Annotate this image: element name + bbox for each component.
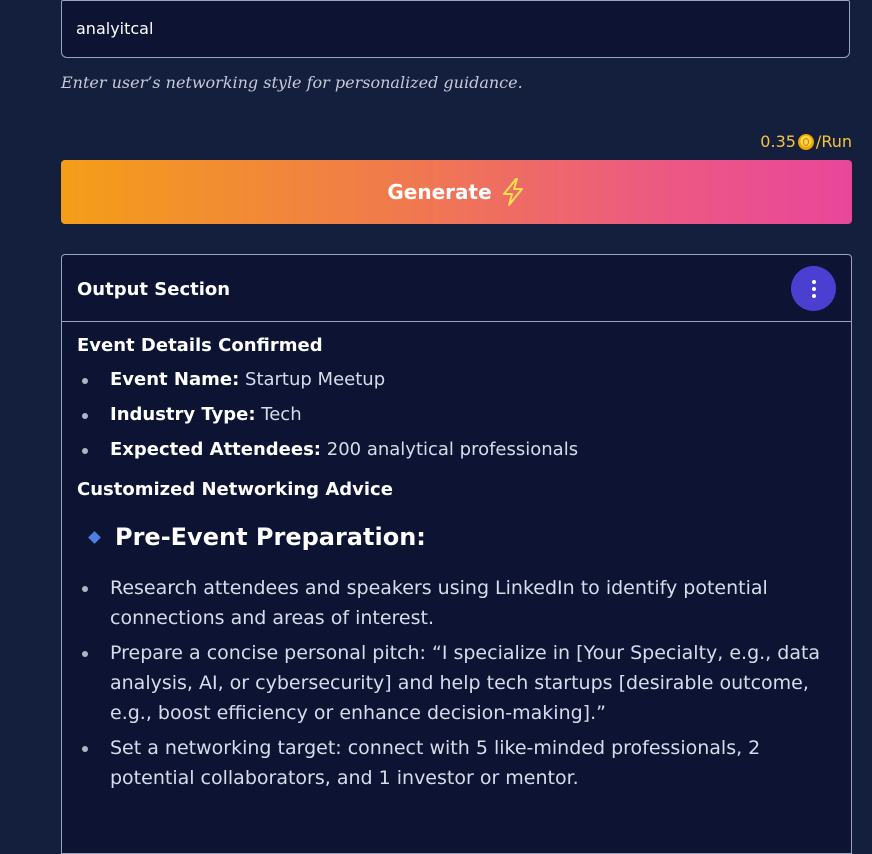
list-item: Set a networking target: connect with 5 …: [77, 733, 837, 793]
list-item: Industry Type: Tech: [77, 400, 837, 430]
cost-unit: /Run: [815, 132, 852, 151]
list-item: Research attendees and speakers using Li…: [77, 573, 837, 633]
event-details-list: Event Name: Startup Meetup Industry Type…: [77, 365, 837, 465]
helper-text: Enter user’s networking style for person…: [61, 73, 523, 92]
output-content: Event Details Confirmed Event Name: Star…: [77, 335, 837, 793]
pre-event-list: Research attendees and speakers using Li…: [77, 573, 837, 793]
lightning-icon: [500, 178, 526, 206]
pre-event-title: Pre-Event Preparation:: [77, 523, 837, 551]
output-header: Output Section: [62, 255, 851, 322]
list-item: Event Name: Startup Meetup: [77, 365, 837, 395]
diamond-icon: [88, 530, 101, 544]
run-cost: 0.35 /Run: [760, 132, 852, 151]
output-title: Output Section: [77, 279, 231, 300]
networking-style-input[interactable]: [76, 19, 816, 38]
advice-heading: Customized Networking Advice: [77, 479, 393, 500]
networking-style-field[interactable]: [61, 0, 850, 58]
output-section: Output Section Event Details Confirmed E…: [61, 254, 852, 854]
event-details-heading: Event Details Confirmed: [77, 335, 323, 356]
generate-button[interactable]: Generate: [61, 160, 852, 224]
cost-amount: 0.35: [760, 132, 796, 151]
coin-icon: [797, 133, 814, 150]
list-item: Expected Attendees: 200 analytical profe…: [77, 435, 837, 465]
generate-button-label: Generate: [387, 180, 492, 204]
list-item: Prepare a concise personal pitch: “I spe…: [77, 638, 837, 728]
more-vertical-icon[interactable]: [791, 266, 836, 311]
